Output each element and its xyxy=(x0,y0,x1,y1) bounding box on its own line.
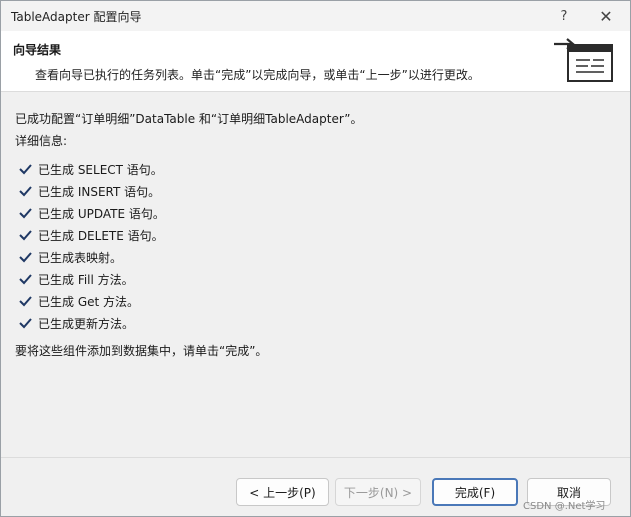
step-item: 已生成 Get 方法。 xyxy=(17,290,165,312)
wizard-content: 已成功配置“订单明细”DataTable 和“订单明细TableAdapter”… xyxy=(1,92,630,457)
summary-text: 已成功配置“订单明细”DataTable 和“订单明细TableAdapter”… xyxy=(15,112,363,126)
step-label: 已生成 UPDATE 语句。 xyxy=(38,206,165,221)
checkmark-icon xyxy=(19,208,32,219)
checkmark-icon xyxy=(19,164,32,175)
checkmark-icon xyxy=(19,252,32,263)
step-item: 已生成表映射。 xyxy=(17,246,165,268)
checkmark-icon xyxy=(19,318,32,329)
footer-note: 要将这些组件添加到数据集中，请单击“完成”。 xyxy=(15,344,268,358)
next-button[interactable]: 下一步(N) > xyxy=(335,478,421,506)
step-item: 已生成 SELECT 语句。 xyxy=(17,158,165,180)
watermark: CSDN @.Net学习 xyxy=(523,501,606,512)
step-item: 已生成 Fill 方法。 xyxy=(17,268,165,290)
close-button[interactable]: ✕ xyxy=(591,4,621,28)
page-description: 查看向导已执行的任务列表。单击“完成”以完成向导，或单击“上一步”以进行更改。 xyxy=(35,68,480,82)
checkmark-icon xyxy=(19,186,32,197)
page-title: 向导结果 xyxy=(13,43,62,57)
step-label: 已生成 DELETE 语句。 xyxy=(38,228,164,243)
wizard-window: TableAdapter 配置向导 ? ✕ 向导结果 查看向导已执行的任务列表。… xyxy=(0,0,631,517)
step-item: 已生成 UPDATE 语句。 xyxy=(17,202,165,224)
step-label: 已生成 SELECT 语句。 xyxy=(38,162,163,177)
checkmark-icon xyxy=(19,274,32,285)
title-bar[interactable]: TableAdapter 配置向导 ? ✕ xyxy=(1,1,630,31)
step-item: 已生成更新方法。 xyxy=(17,312,165,334)
steps-list: 已生成 SELECT 语句。 已生成 INSERT 语句。 已生成 UPDATE 语… xyxy=(17,158,165,334)
step-label: 已生成 Fill 方法。 xyxy=(38,272,134,287)
window-title: TableAdapter 配置向导 xyxy=(11,10,142,24)
step-item: 已生成 DELETE 语句。 xyxy=(17,224,165,246)
wizard-header: 向导结果 查看向导已执行的任务列表。单击“完成”以完成向导，或单击“上一步”以进… xyxy=(1,31,630,92)
wizard-form-icon xyxy=(554,38,613,82)
step-item: 已生成 INSERT 语句。 xyxy=(17,180,165,202)
step-label: 已生成更新方法。 xyxy=(38,316,135,331)
step-label: 已生成 INSERT 语句。 xyxy=(38,184,161,199)
help-button[interactable]: ? xyxy=(549,4,579,28)
details-label: 详细信息: xyxy=(15,134,68,148)
finish-button[interactable]: 完成(F) xyxy=(432,478,518,506)
checkmark-icon xyxy=(19,230,32,241)
step-label: 已生成表映射。 xyxy=(38,250,123,265)
step-label: 已生成 Get 方法。 xyxy=(38,294,140,309)
checkmark-icon xyxy=(19,296,32,307)
prev-button[interactable]: < 上一步(P) xyxy=(236,478,329,506)
